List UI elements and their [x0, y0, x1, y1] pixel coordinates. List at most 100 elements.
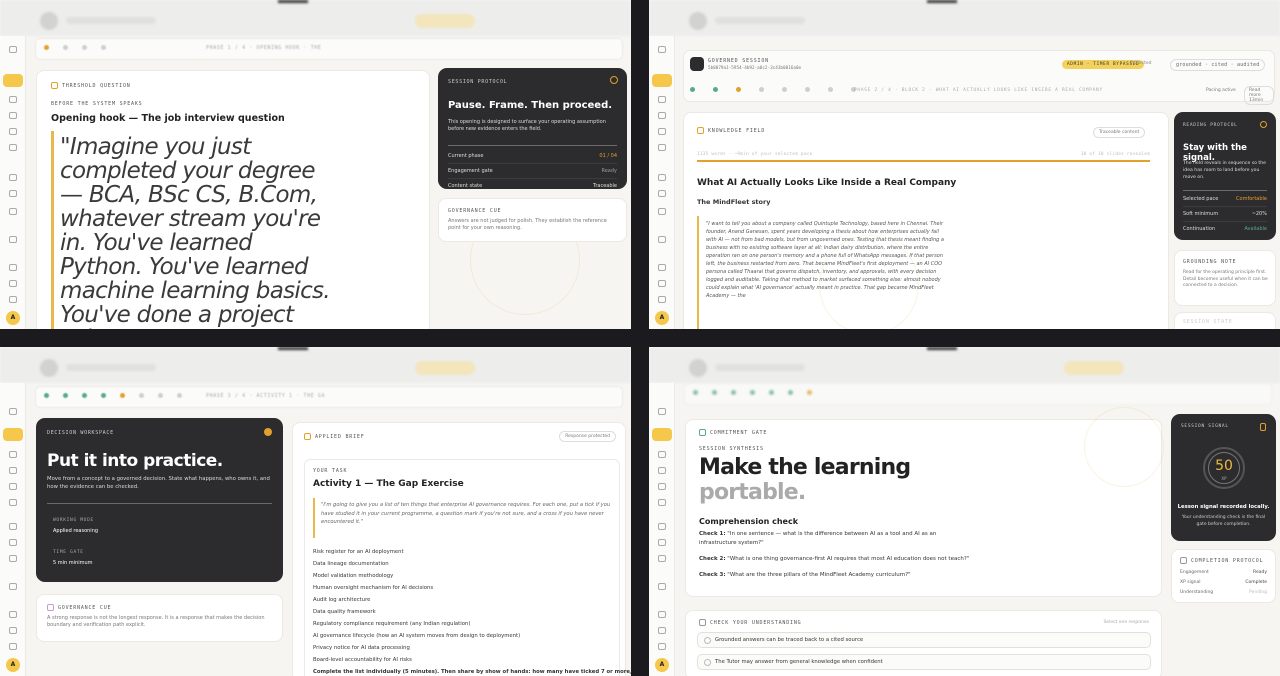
- closing-instruction: Complete the list individually (5 minute…: [313, 669, 631, 675]
- mic-icon[interactable]: [658, 499, 666, 506]
- mic-icon[interactable]: [658, 144, 666, 151]
- rail-item-active[interactable]: [3, 74, 23, 87]
- completion-label: COMPLETION PROTOCOL: [1191, 558, 1264, 564]
- shield-icon[interactable]: [658, 236, 666, 243]
- card-icon[interactable]: [9, 296, 17, 303]
- rail-item-active[interactable]: [3, 428, 23, 441]
- check-circle-icon: [699, 429, 706, 436]
- people-icon[interactable]: [9, 208, 17, 215]
- people-icon[interactable]: [658, 190, 666, 197]
- mic-icon[interactable]: [9, 499, 17, 506]
- threshold-card: THRESHOLD QUESTION BEFORE THE SYSTEM SPE…: [36, 70, 430, 329]
- task-label: YOUR TASK: [313, 468, 348, 474]
- signal-label: SESSION SIGNAL: [1181, 424, 1229, 429]
- title-line-2: portable.: [699, 480, 806, 505]
- protected-label: Protected: [1130, 61, 1152, 66]
- shield-icon[interactable]: [658, 583, 666, 590]
- grid-icon[interactable]: [658, 46, 666, 53]
- people-icon[interactable]: [658, 539, 666, 546]
- badge-icon[interactable]: [9, 467, 17, 474]
- option-label: Grounded answers can be traced back to a…: [715, 637, 864, 643]
- understanding-card: CHECK YOUR UNDERSTANDING Select one resp…: [685, 610, 1162, 676]
- card-icon[interactable]: [9, 643, 17, 650]
- badge-icon[interactable]: [658, 112, 666, 119]
- rail-item-active[interactable]: [652, 428, 672, 441]
- panel-commitment-gate: A COMMITMENT GATE SESSION SYNTHESIS Make…: [649, 347, 1280, 676]
- trend-icon[interactable]: [658, 451, 666, 458]
- people-icon[interactable]: [9, 523, 17, 530]
- trend-icon[interactable]: [9, 96, 17, 103]
- protocol-rows: Current phase 01 / 04 Engagement gate Read…: [448, 149, 617, 193]
- people-icon[interactable]: [9, 555, 17, 562]
- radio-icon[interactable]: [704, 637, 711, 644]
- gear-icon[interactable]: [9, 280, 17, 287]
- compass-icon: [610, 76, 618, 84]
- avatar[interactable]: A: [6, 658, 20, 672]
- avatar[interactable]: A: [655, 311, 669, 325]
- phase-dots: [690, 87, 856, 92]
- users-icon[interactable]: [9, 128, 17, 135]
- mode-value: Applied reasoning: [53, 528, 99, 534]
- gear-icon[interactable]: [658, 280, 666, 287]
- signal-body: Your understanding check is the final ga…: [1181, 515, 1266, 527]
- mic-icon[interactable]: [9, 144, 17, 151]
- card-icon[interactable]: [658, 296, 666, 303]
- avatar[interactable]: A: [6, 311, 20, 325]
- user-icon[interactable]: [658, 611, 666, 618]
- users-icon[interactable]: [658, 128, 666, 135]
- grid-icon[interactable]: [9, 46, 17, 53]
- people-icon[interactable]: [658, 174, 666, 181]
- page-title: Opening hook — The job interview questio…: [51, 113, 285, 124]
- option-1[interactable]: Grounded answers can be traced back to a…: [697, 632, 1151, 648]
- avatar[interactable]: A: [655, 658, 669, 672]
- protocol-title: Pause. Frame. Then proceed.: [448, 100, 613, 111]
- task-title: Activity 1 — The Gap Exercise: [313, 479, 464, 489]
- radio-icon[interactable]: [704, 659, 711, 666]
- traceable-chip: Traceable content: [1093, 127, 1146, 138]
- card-icon[interactable]: [658, 643, 666, 650]
- people-icon[interactable]: [9, 190, 17, 197]
- xp-unit: XP: [1221, 476, 1227, 481]
- section-label: THRESHOLD QUESTION: [62, 83, 131, 89]
- field-label: KNOWLEDGE FIELD: [708, 128, 766, 134]
- user-icon[interactable]: [9, 611, 17, 618]
- user-icon[interactable]: [658, 264, 666, 271]
- list-item: Risk register for an AI deployment: [313, 549, 404, 555]
- title-line-1: Make the learning: [699, 455, 911, 480]
- users-icon[interactable]: [9, 483, 17, 490]
- governance-cue-card: GOVERNANCE CUE Answers are not judged fo…: [438, 198, 627, 242]
- users-icon[interactable]: [658, 483, 666, 490]
- shield-icon[interactable]: [9, 236, 17, 243]
- completion-rows: Engagement Ready XP signal Complete Unders…: [1180, 570, 1267, 595]
- gear-icon[interactable]: [9, 627, 17, 634]
- trend-icon[interactable]: [658, 96, 666, 103]
- user-icon[interactable]: [9, 264, 17, 271]
- gear-icon[interactable]: [658, 627, 666, 634]
- grid-icon[interactable]: [9, 408, 17, 415]
- response-protected-chip: Response protected: [559, 431, 616, 442]
- list-item: Board-level accountability for AI risks: [313, 657, 412, 663]
- badge-icon[interactable]: [658, 467, 666, 474]
- rail-item-active[interactable]: [652, 74, 672, 87]
- phase-bar: PHASE 3 / 4 · ACTIVITY 1 · THE GA: [35, 386, 623, 408]
- bookmark-icon: [1260, 423, 1266, 431]
- people-icon[interactable]: [658, 208, 666, 215]
- reading-progress-track: [697, 160, 1150, 162]
- shield-icon[interactable]: [9, 583, 17, 590]
- top-bar: [649, 0, 1280, 36]
- help-icon: [699, 619, 706, 626]
- grid-icon[interactable]: [658, 408, 666, 415]
- option-2[interactable]: The Tutor may answer from general knowle…: [697, 654, 1151, 670]
- read-more-button[interactable]: Read more 13min: [1244, 86, 1274, 105]
- panel-opening-hook: A PHASE 1 / 4 · OPENING HOOK · THE THRES…: [0, 0, 631, 329]
- trend-icon[interactable]: [9, 451, 17, 458]
- protocol-body: This opening is designed to surface your…: [448, 119, 606, 132]
- badge-icon[interactable]: [9, 112, 17, 119]
- people-icon[interactable]: [658, 523, 666, 530]
- people-icon[interactable]: [9, 174, 17, 181]
- note-body: Read for the operating principle first. …: [1183, 270, 1268, 288]
- list-item: Data lineage documentation: [313, 561, 389, 567]
- people-icon[interactable]: [9, 539, 17, 546]
- people-icon[interactable]: [658, 555, 666, 562]
- note-label: GROUNDING NOTE: [1183, 259, 1237, 265]
